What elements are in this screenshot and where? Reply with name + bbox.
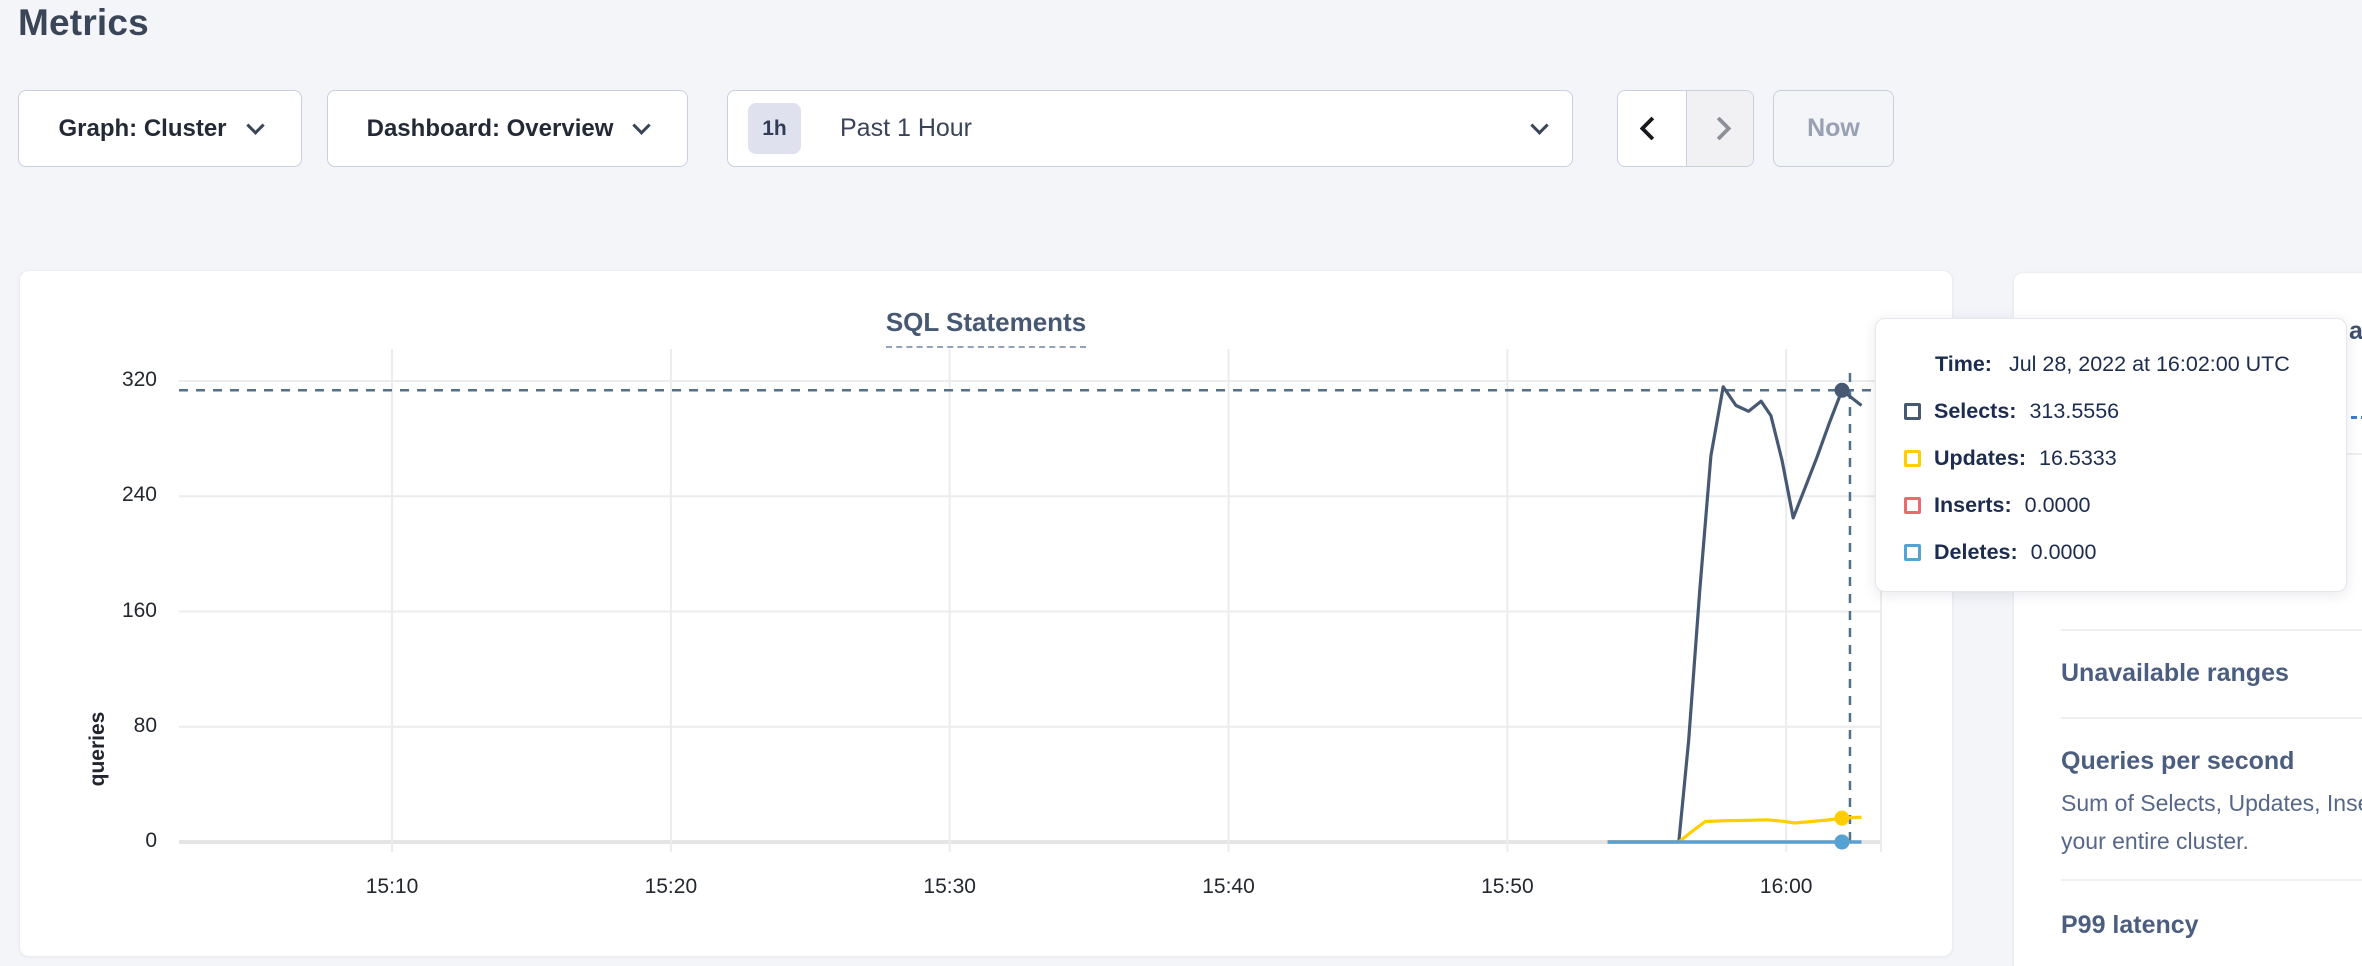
sidebar-heading-p99-latency: P99 latency (2061, 911, 2199, 940)
chart-hover-tooltip: Time: Jul 28, 2022 at 16:02:00 UTC Selec… (1875, 318, 2347, 592)
tooltip-series-deletes: Deletes: 0.0000 (1904, 538, 2346, 566)
divider (2061, 879, 2362, 881)
page-title: Metrics (18, 2, 149, 44)
deletes-color-swatch-icon (1904, 544, 1921, 561)
occluded-heading-fragment: a (2349, 317, 2362, 346)
divider (2061, 717, 2362, 719)
selects-color-swatch-icon (1904, 403, 1921, 420)
occluded-link-fragment (2351, 401, 2362, 419)
time-range-label: Past 1 Hour (840, 114, 1533, 143)
chevron-left-icon (1640, 116, 1664, 140)
sidebar-heading-unavailable-ranges: Unavailable ranges (2061, 659, 2289, 688)
tooltip-series-label: Inserts: (1934, 493, 2012, 518)
chart-plot-area[interactable] (20, 271, 1954, 958)
now-button[interactable]: Now (1773, 90, 1894, 167)
x-tick-label: 15:40 (1184, 875, 1274, 899)
divider (2061, 629, 2362, 631)
graph-dropdown-label: Graph: Cluster (58, 115, 226, 143)
tooltip-series-value: 313.5556 (2029, 399, 2119, 424)
time-step-control (1617, 90, 1754, 167)
series-line-selects (1608, 387, 1862, 842)
tooltip-series-selects: Selects: 313.5556 (1904, 397, 2346, 425)
tooltip-time-value: Jul 28, 2022 at 16:02:00 UTC (2009, 352, 2290, 377)
hover-point-updates (1834, 811, 1849, 826)
x-tick-label: 15:10 (347, 875, 437, 899)
tooltip-series-label: Selects: (1934, 399, 2016, 424)
sidebar-description-line: your entire cluster. (2061, 828, 2249, 855)
tooltip-series-label: Updates: (1934, 446, 2026, 471)
y-tick-label: 320 (87, 368, 157, 392)
chevron-right-icon (1708, 116, 1732, 140)
tooltip-series-updates: Updates: 16.5333 (1904, 444, 2346, 472)
y-tick-label: 240 (87, 483, 157, 507)
x-tick-label: 15:20 (626, 875, 716, 899)
tooltip-series-value: 0.0000 (2031, 540, 2097, 565)
inserts-color-swatch-icon (1904, 497, 1921, 514)
dashboard-dropdown[interactable]: Dashboard: Overview (327, 90, 688, 167)
tooltip-series-label: Deletes: (1934, 540, 2018, 565)
updates-color-swatch-icon (1904, 450, 1921, 467)
now-button-label: Now (1807, 114, 1860, 143)
tooltip-series-inserts: Inserts: 0.0000 (1904, 491, 2346, 519)
tooltip-time-row: Time: Jul 28, 2022 at 16:02:00 UTC (1935, 350, 2346, 378)
next-time-button[interactable] (1686, 91, 1754, 166)
x-tick-label: 16:00 (1741, 875, 1831, 899)
series-line-updates (1608, 817, 1862, 842)
y-tick-label: 0 (87, 829, 157, 853)
graph-dropdown[interactable]: Graph: Cluster (18, 90, 302, 167)
y-tick-label: 160 (87, 599, 157, 623)
chevron-down-icon (1530, 116, 1548, 134)
chevron-down-icon (633, 116, 651, 134)
tooltip-time-label: Time: (1935, 352, 1992, 377)
time-range-badge: 1h (748, 103, 801, 154)
x-tick-label: 15:30 (905, 875, 995, 899)
time-range-selector[interactable]: 1h Past 1 Hour (727, 90, 1573, 167)
hover-point-selects (1834, 383, 1849, 398)
previous-time-button[interactable] (1618, 91, 1686, 166)
sql-statements-chart-card: SQL Statements queries 080160240320 15:1… (19, 270, 1953, 957)
dashboard-dropdown-label: Dashboard: Overview (367, 115, 614, 143)
chevron-down-icon (246, 116, 264, 134)
sidebar-description-line: Sum of Selects, Updates, Inser (2061, 790, 2362, 817)
hover-point-deletes (1834, 835, 1849, 850)
tooltip-series-value: 16.5333 (2039, 446, 2117, 471)
x-tick-label: 15:50 (1462, 875, 1552, 899)
y-tick-label: 80 (87, 714, 157, 738)
tooltip-series-value: 0.0000 (2025, 493, 2091, 518)
sidebar-heading-queries-per-second: Queries per second (2061, 747, 2294, 776)
